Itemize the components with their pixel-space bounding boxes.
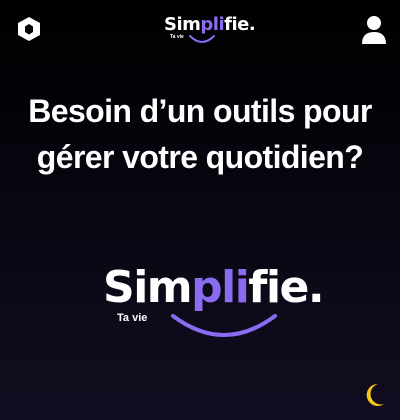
top-bar: Simplifie. Ta vie	[0, 0, 400, 60]
smile-icon	[189, 35, 215, 43]
center-logo: Simplifie. Ta vie	[103, 262, 325, 352]
logo-tagline: Ta vie	[170, 34, 184, 40]
user-icon[interactable]	[360, 14, 388, 46]
center-smile-icon	[171, 314, 277, 337]
center-logo-tagline: Ta vie	[117, 312, 148, 324]
center-logo-text-fie: fie.	[248, 262, 324, 313]
hero-line-1: Besoin d’un outils pour	[28, 93, 372, 129]
cube-icon[interactable]	[14, 14, 44, 44]
center-logo-text-sim: Sim	[103, 262, 193, 313]
moon-icon[interactable]	[364, 382, 386, 408]
logo-text-pli: pli	[200, 14, 225, 35]
logo-text-fie: fie.	[224, 14, 256, 35]
header-logo[interactable]: Simplifie. Ta vie	[164, 14, 256, 50]
hero-line-2: gérer votre quotidien?	[36, 139, 364, 175]
logo-text-sim: Sim	[164, 14, 201, 35]
center-logo-text-pli: pli	[191, 262, 250, 313]
hero-headline: Besoin d’un outils pour gérer votre quot…	[0, 88, 400, 180]
